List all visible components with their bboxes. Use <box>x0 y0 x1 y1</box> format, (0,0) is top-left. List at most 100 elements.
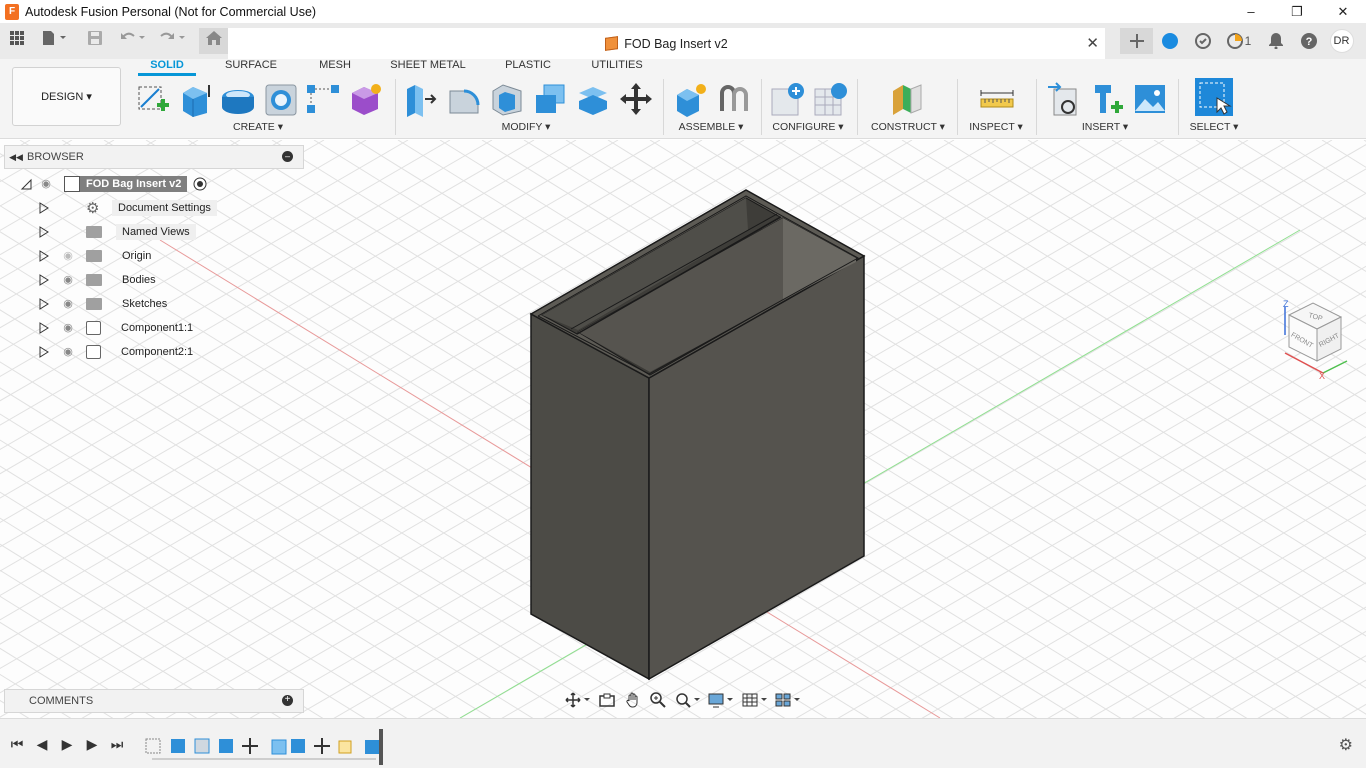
tab-surface[interactable]: SURFACE <box>220 59 282 74</box>
box-body[interactable] <box>529 189 866 681</box>
visibility-eye-icon[interactable]: ◉ <box>60 296 76 312</box>
viewports-icon[interactable] <box>774 690 803 710</box>
measure-icon[interactable] <box>979 81 1015 117</box>
browser-item[interactable]: ◉ Origin <box>38 245 157 267</box>
step-forward-icon[interactable]: ▶ <box>84 736 100 752</box>
job-count-icon[interactable]: 1 <box>1219 28 1259 54</box>
fit-icon[interactable] <box>673 690 702 710</box>
3d-canvas[interactable]: TOP FRONT RIGHT Z X <box>0 140 1366 718</box>
construct-group-label[interactable]: CONSTRUCT ▾ <box>868 121 948 133</box>
visibility-eye-icon[interactable] <box>60 224 76 240</box>
create-sketch-icon[interactable] <box>135 81 171 117</box>
expand-triangle-icon[interactable] <box>38 202 50 214</box>
revolve-icon[interactable] <box>220 81 256 117</box>
timeline-marker[interactable] <box>379 729 383 765</box>
offset-plane-icon[interactable] <box>889 81 925 117</box>
notifications-bell-icon[interactable] <box>1259 28 1292 54</box>
shell-icon[interactable] <box>489 81 525 117</box>
visibility-eye-icon[interactable]: ◉ <box>38 176 54 192</box>
fillet-icon[interactable] <box>446 81 482 117</box>
pattern-icon[interactable] <box>305 81 341 117</box>
document-tab[interactable]: FOD Bag Insert v2 ✕ <box>228 28 1105 59</box>
timeline-settings-gear-icon[interactable]: ⚙ <box>1339 735 1353 755</box>
insert-mcmaster-icon[interactable] <box>1089 81 1125 117</box>
data-panel-grid-icon[interactable] <box>8 31 26 51</box>
tab-sheet-metal[interactable]: SHEET METAL <box>384 59 472 74</box>
view-cube[interactable]: TOP FRONT RIGHT Z X <box>1275 295 1355 381</box>
comments-panel[interactable]: COMMENTS + <box>4 689 304 713</box>
configure-group-label[interactable]: CONFIGURE ▾ <box>770 121 846 133</box>
press-pull-icon[interactable] <box>403 81 439 117</box>
configuration-table-icon[interactable] <box>813 81 849 117</box>
tab-mesh[interactable]: MESH <box>312 59 358 74</box>
minimize-button[interactable]: – <box>1228 0 1274 23</box>
assemble-group-label[interactable]: ASSEMBLE ▾ <box>672 121 750 133</box>
insert-derive-icon[interactable] <box>1046 81 1082 117</box>
job-status-icon[interactable] <box>1186 28 1219 54</box>
grid-settings-icon[interactable] <box>740 690 769 710</box>
extrude-icon[interactable] <box>177 81 213 117</box>
close-tab-icon[interactable]: ✕ <box>1086 34 1099 52</box>
tab-plastic[interactable]: PLASTIC <box>498 59 558 74</box>
browser-item[interactable]: ◉ Sketches <box>38 293 173 315</box>
expand-triangle-icon[interactable] <box>38 322 50 334</box>
expand-triangle-icon[interactable] <box>38 298 50 310</box>
activate-radio-icon[interactable] <box>193 177 207 191</box>
expand-triangle-icon[interactable] <box>38 226 50 238</box>
go-to-start-icon[interactable]: ⏮ <box>9 736 25 752</box>
user-profile[interactable]: DR <box>1325 28 1358 54</box>
select-icon[interactable] <box>1195 78 1233 116</box>
visibility-eye-icon[interactable]: ◉ <box>60 344 76 360</box>
inspect-group-label[interactable]: INSPECT ▾ <box>966 121 1026 133</box>
pan-hand-icon[interactable] <box>622 690 644 710</box>
workspace-switcher-button[interactable]: DESIGN ▾ <box>12 67 121 126</box>
combine-icon[interactable] <box>532 81 568 117</box>
insert-group-label[interactable]: INSERT ▾ <box>1070 121 1140 133</box>
new-tab-plus-icon[interactable] <box>1120 28 1153 54</box>
collapse-triangle-icon[interactable] <box>20 178 32 190</box>
visibility-eye-icon[interactable]: ◉ <box>60 272 76 288</box>
visibility-eye-icon[interactable]: ◉ <box>60 248 76 264</box>
browser-item[interactable]: ◉ Component1:1 <box>38 317 199 339</box>
undo-icon[interactable] <box>118 31 148 51</box>
expand-triangle-icon[interactable] <box>38 346 50 358</box>
zoom-icon[interactable] <box>648 690 670 710</box>
create-form-icon[interactable] <box>348 81 384 117</box>
new-component-icon[interactable] <box>673 81 709 117</box>
home-icon[interactable] <box>199 28 229 54</box>
add-comment-icon[interactable]: + <box>282 695 293 706</box>
close-button[interactable]: ✕ <box>1320 0 1366 23</box>
insert-canvas-icon[interactable] <box>1132 81 1168 117</box>
tab-utilities[interactable]: UTILITIES <box>586 59 648 74</box>
offset-face-icon[interactable] <box>575 81 611 117</box>
timeline-features[interactable] <box>144 733 384 763</box>
browser-item[interactable]: ◉ Bodies <box>38 269 162 291</box>
look-at-icon[interactable] <box>596 690 618 710</box>
file-menu-icon[interactable] <box>40 31 70 51</box>
help-icon[interactable]: ? <box>1292 28 1325 54</box>
expand-triangle-icon[interactable] <box>38 250 50 262</box>
browser-item[interactable]: ◉ Component2:1 <box>38 341 199 363</box>
modify-group-label[interactable]: MODIFY ▾ <box>490 121 562 133</box>
step-back-icon[interactable]: ◀ <box>34 736 50 752</box>
browser-root-item[interactable]: ◉ FOD Bag Insert v2 <box>20 173 207 195</box>
orbit-icon[interactable] <box>563 690 592 710</box>
configure-design-icon[interactable] <box>770 81 806 117</box>
visibility-eye-icon[interactable]: ◉ <box>60 320 76 336</box>
visibility-eye-icon[interactable] <box>60 200 76 216</box>
select-group-label[interactable]: SELECT ▾ <box>1184 121 1244 133</box>
redo-icon[interactable] <box>158 31 188 51</box>
play-icon[interactable]: ▶ <box>59 736 75 752</box>
display-settings-icon[interactable] <box>707 690 736 710</box>
tab-solid[interactable]: SOLID <box>138 59 196 74</box>
browser-pin-icon[interactable]: – <box>282 151 293 162</box>
maximize-button[interactable]: ❐ <box>1274 0 1320 23</box>
move-copy-icon[interactable] <box>618 81 654 117</box>
browser-item[interactable]: Named Views <box>38 221 196 243</box>
joint-icon[interactable] <box>716 81 752 117</box>
go-to-end-icon[interactable]: ⏭ <box>109 736 125 752</box>
hole-icon[interactable] <box>263 81 299 117</box>
browser-panel-header[interactable]: ◀◀ BROWSER – <box>4 145 304 169</box>
expand-triangle-icon[interactable] <box>38 274 50 286</box>
save-icon[interactable] <box>86 31 104 51</box>
